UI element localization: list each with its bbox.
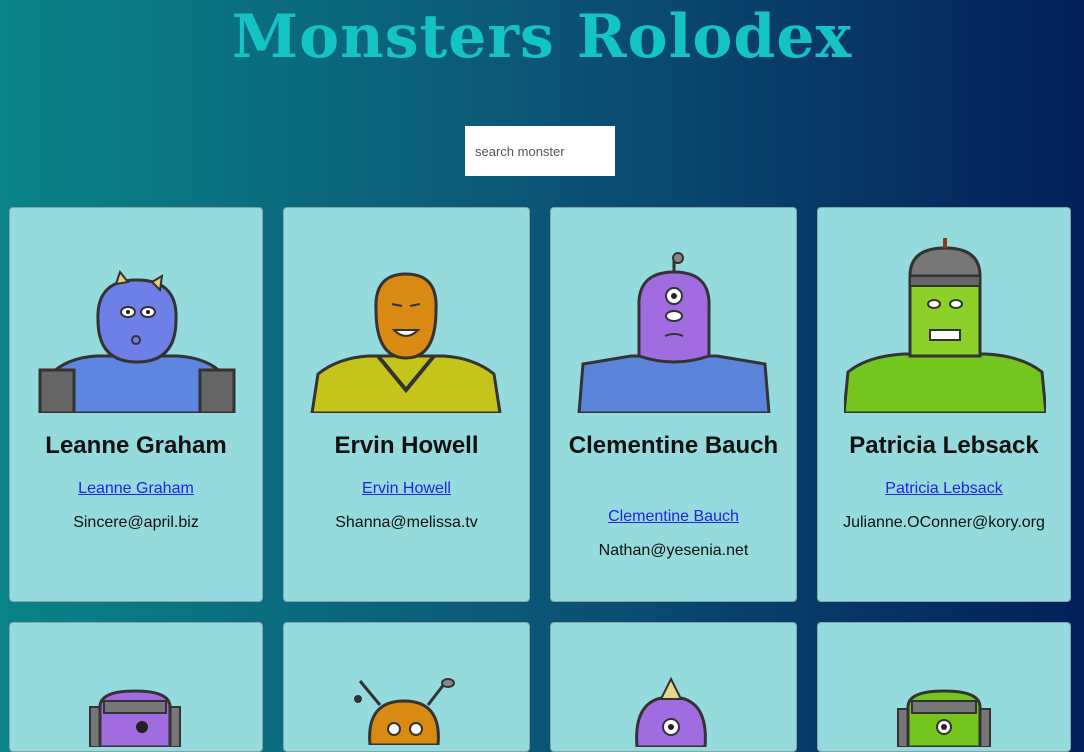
monster-avatar-image	[635, 677, 707, 747]
monster-card[interactable]: Ervin Howell Ervin Howell Shanna@melissa…	[283, 207, 530, 602]
monster-avatar-image	[310, 272, 502, 413]
monster-link[interactable]: Clementine Bauch	[551, 508, 796, 526]
monster-card[interactable]	[283, 622, 530, 752]
monster-avatar-image	[844, 238, 1046, 413]
monster-email: Shanna@melissa.tv	[335, 514, 478, 531]
app-title: Monsters Rolodex	[231, 2, 853, 72]
monster-card[interactable]	[550, 622, 797, 752]
monster-email: Sincere@april.biz	[73, 514, 199, 531]
monster-name: Patricia Lebsack	[849, 432, 1039, 459]
monster-card[interactable]: Clementine Bauch Clementine Bauch Nathan…	[550, 207, 797, 602]
monster-card[interactable]: Patricia Lebsack Patricia Lebsack Julian…	[817, 207, 1071, 602]
monster-email: Julianne.OConner@kory.org	[843, 514, 1045, 531]
search-input[interactable]	[465, 126, 615, 176]
monster-link[interactable]: Ervin Howell	[284, 480, 529, 498]
monster-avatar-image	[577, 252, 771, 413]
monster-link[interactable]: Patricia Lebsack	[818, 480, 1070, 498]
monster-avatar-image	[897, 689, 991, 747]
monster-name: Clementine Bauch	[568, 432, 779, 459]
monster-email: Nathan@yesenia.net	[598, 542, 749, 559]
monster-name: Ervin Howell	[334, 432, 479, 459]
monster-avatar-image	[89, 689, 181, 747]
monster-card[interactable]: Leanne Graham Leanne Graham Sincere@apri…	[9, 207, 263, 602]
monster-avatar-image	[354, 678, 455, 745]
monster-card[interactable]	[9, 622, 263, 752]
monster-name: Leanne Graham	[45, 432, 227, 459]
monster-link[interactable]: Leanne Graham	[10, 480, 262, 498]
monster-avatar-image	[38, 270, 236, 413]
monster-card[interactable]	[817, 622, 1071, 752]
